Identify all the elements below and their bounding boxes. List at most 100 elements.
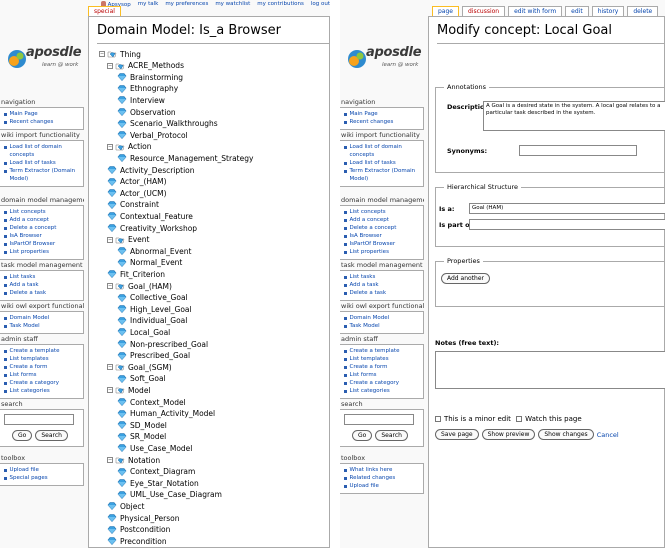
sidebar-item-upload-file[interactable]: Upload file — [343, 482, 421, 490]
search-input[interactable] — [4, 414, 74, 425]
my-talk-link[interactable]: my talk — [138, 1, 159, 8]
sidebar-item-load-list-of-tasks[interactable]: Load list of tasks — [343, 159, 421, 167]
sidebar-item-list-templates[interactable]: List templates — [3, 355, 81, 363]
collapse-toggle-icon[interactable]: − — [107, 236, 113, 243]
sidebar-item-list-forms[interactable]: List forms — [3, 371, 81, 379]
sidebar-item-ispartof-browser[interactable]: IsPartOf Browser — [343, 240, 421, 248]
tree-node-collective-goal[interactable]: Collective_Goal — [117, 293, 188, 303]
sidebar-item-isa-browser[interactable]: IsA Browser — [3, 232, 81, 240]
my-preferences-link[interactable]: my preferences — [165, 1, 208, 8]
logo[interactable]: aposdle learn @ work — [6, 40, 84, 80]
collapse-toggle-icon[interactable]: − — [107, 457, 113, 463]
tree-node-creativity-workshop[interactable]: Creativity_Workshop — [107, 223, 197, 233]
sidebar-item-list-concepts[interactable]: List concepts — [343, 208, 421, 216]
sidebar-item-list-properties[interactable]: List properties — [3, 248, 81, 256]
tab-edit[interactable]: edit — [565, 6, 589, 16]
tree-node-physical-person[interactable]: Physical_Person — [107, 513, 179, 523]
tree-node-precondition[interactable]: Precondition — [107, 536, 167, 546]
tab-history[interactable]: history — [591, 6, 625, 16]
sidebar-item-list-properties[interactable]: List properties — [343, 248, 421, 256]
tree-node-interview[interactable]: Interview — [117, 95, 165, 105]
tree-node-individual-goal[interactable]: Individual_Goal — [117, 316, 187, 326]
tree-node-eye-star-notation[interactable]: Eye_Star_Notation — [117, 478, 199, 488]
tree-node-fit-criterion[interactable]: Fit_Criterion — [107, 269, 165, 279]
tree-node-postcondition[interactable]: Postcondition — [107, 525, 170, 535]
sidebar-item-create-a-template[interactable]: Create a template — [343, 347, 421, 355]
cancel-link[interactable]: Cancel — [597, 431, 619, 439]
tree-node-event[interactable]: − Event — [107, 235, 150, 245]
logo[interactable]: aposdle learn @ work — [346, 40, 424, 80]
sidebar-item-load-list-of-domain-concepts[interactable]: Load list of domain concepts — [343, 143, 421, 159]
tab-discussion[interactable]: discussion — [462, 6, 506, 16]
tree-node-thing[interactable]: − Thing — [99, 49, 141, 59]
show-changes-button[interactable]: Show changes — [538, 429, 594, 440]
description-textarea[interactable]: A Goal is a desired state in the system.… — [483, 101, 665, 131]
sidebar-item-main-page[interactable]: Main Page — [343, 110, 421, 118]
tree-node-brainstorming[interactable]: Brainstorming — [117, 72, 183, 82]
sidebar-item-recent-changes[interactable]: Recent changes — [3, 118, 81, 126]
sidebar-item-delete-a-task[interactable]: Delete a task — [343, 289, 421, 297]
tree-node-constraint[interactable]: Constraint — [107, 200, 159, 210]
tree-node-ethnography[interactable]: Ethnography — [117, 84, 178, 94]
tree-node-non-prescribed-goal[interactable]: Non-prescribed_Goal — [117, 339, 208, 349]
tree-node-activity-description[interactable]: Activity_Description — [107, 165, 195, 175]
tab-special[interactable]: special — [88, 6, 121, 16]
collapse-toggle-icon[interactable]: − — [99, 51, 105, 57]
sidebar-item-create-a-form[interactable]: Create a form — [343, 363, 421, 371]
sidebar-item-recent-changes[interactable]: Recent changes — [343, 118, 421, 126]
tree-node-object[interactable]: Object — [107, 501, 144, 511]
sidebar-item-list-categories[interactable]: List categories — [3, 387, 81, 395]
sidebar-item-add-a-task[interactable]: Add a task — [343, 281, 421, 289]
tab-delete[interactable]: delete — [627, 6, 659, 16]
tree-node-use-case-model[interactable]: Use_Case_Model — [117, 443, 192, 453]
sidebar-item-isa-browser[interactable]: IsA Browser — [343, 232, 421, 240]
search-button[interactable]: Search — [375, 430, 408, 441]
watch-checkbox[interactable] — [516, 416, 523, 422]
ispartof-input[interactable] — [469, 219, 665, 230]
sidebar-item-list-forms[interactable]: List forms — [343, 371, 421, 379]
go-button[interactable]: Go — [12, 430, 33, 441]
tree-node-observation[interactable]: Observation — [117, 107, 176, 117]
sidebar-item-list-tasks[interactable]: List tasks — [3, 273, 81, 281]
my-watchlist-link[interactable]: my watchlist — [215, 1, 250, 8]
tree-node-resource-management-strategy[interactable]: Resource_Management_Strategy — [117, 153, 253, 163]
collapse-toggle-icon[interactable]: − — [107, 387, 113, 394]
tree-node-actor-ham[interactable]: Actor_(HAM) — [107, 177, 167, 187]
sidebar-item-main-page[interactable]: Main Page — [3, 110, 81, 118]
tree-node-scenario-walkthroughs[interactable]: Scenario_Walkthroughs — [117, 119, 218, 129]
sidebar-item-special-pages[interactable]: Special pages — [3, 474, 81, 482]
show-preview-button[interactable]: Show preview — [481, 429, 536, 440]
tree-node-goal-sgm[interactable]: − Goal_(SGM) — [107, 362, 172, 372]
tree-node-soft-goal[interactable]: Soft_Goal — [117, 374, 166, 384]
sidebar-item-domain-model[interactable]: Domain Model — [343, 314, 421, 322]
tree-node-context-model[interactable]: Context_Model — [117, 397, 186, 407]
sidebar-item-delete-a-concept[interactable]: Delete a concept — [343, 224, 421, 232]
sidebar-item-term-extractor-domain-model[interactable]: Term Extractor (Domain Model) — [3, 167, 81, 183]
go-button[interactable]: Go — [352, 430, 373, 441]
tab-page[interactable]: page — [432, 6, 459, 16]
tree-node-goal-ham[interactable]: − Goal_(HAM) — [107, 281, 172, 291]
synonyms-input[interactable] — [519, 145, 637, 156]
tree-node-human-activity-model[interactable]: Human_Activity_Model — [117, 409, 215, 419]
sidebar-item-task-model[interactable]: Task Model — [343, 322, 421, 330]
sidebar-item-load-list-of-tasks[interactable]: Load list of tasks — [3, 159, 81, 167]
tree-node-local-goal[interactable]: Local_Goal — [117, 327, 170, 337]
sidebar-item-create-a-form[interactable]: Create a form — [3, 363, 81, 371]
sidebar-item-create-a-category[interactable]: Create a category — [3, 379, 81, 387]
tree-node-contextual-feature[interactable]: Contextual_Feature — [107, 211, 193, 221]
tree-node-prescribed-goal[interactable]: Prescribed_Goal — [117, 351, 190, 361]
tree-node-action[interactable]: − Action — [107, 142, 152, 152]
sidebar-item-what-links-here[interactable]: What links here — [343, 466, 421, 474]
collapse-toggle-icon[interactable]: − — [107, 283, 113, 289]
sidebar-item-list-templates[interactable]: List templates — [343, 355, 421, 363]
search-button[interactable]: Search — [35, 430, 68, 441]
sidebar-item-delete-a-task[interactable]: Delete a task — [3, 289, 81, 297]
sidebar-item-domain-model[interactable]: Domain Model — [3, 314, 81, 322]
sidebar-item-add-a-concept[interactable]: Add a concept — [343, 216, 421, 224]
search-input[interactable] — [344, 414, 414, 425]
my-contributions-link[interactable]: my contributions — [257, 1, 304, 8]
tree-node-high-level-goal[interactable]: High_Level_Goal — [117, 304, 192, 314]
isa-input[interactable]: Goal (HAM) — [469, 203, 665, 214]
sidebar-item-create-a-template[interactable]: Create a template — [3, 347, 81, 355]
minor-edit-checkbox[interactable] — [435, 416, 441, 422]
